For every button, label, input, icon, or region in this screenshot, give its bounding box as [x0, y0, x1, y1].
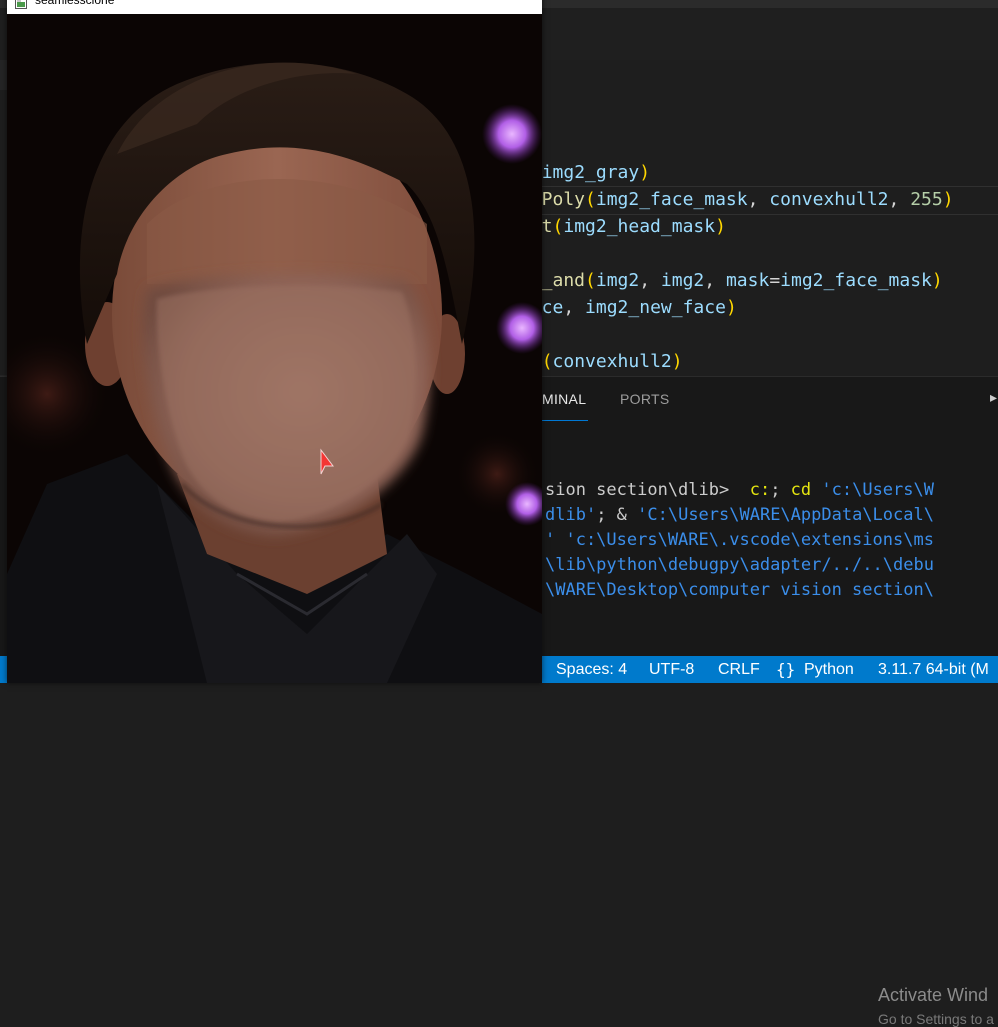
- indentation-status[interactable]: Spaces: 4: [556, 656, 627, 683]
- panel-more-icon[interactable]: ▸: [990, 389, 997, 406]
- code-token: ): [942, 189, 954, 210]
- code-token: img2: [595, 270, 640, 291]
- code-token: img2_face_mask: [780, 270, 932, 291]
- tab-ports[interactable]: PORTS: [620, 391, 669, 407]
- maximize-icon[interactable]: [459, 0, 485, 14]
- code-token: img2_gray: [541, 162, 640, 183]
- code-token: ,: [639, 270, 661, 291]
- code-token: ): [931, 270, 943, 291]
- code-token: ,: [704, 270, 726, 291]
- code-line[interactable]: ct(convexhull2): [520, 348, 683, 375]
- language-mode[interactable]: Python: [804, 656, 854, 683]
- window-title-bar[interactable]: seamlessclone: [7, 0, 542, 14]
- active-tab-indicator: [542, 420, 588, 421]
- terminal-token: 'c:\Users\W: [821, 480, 934, 500]
- code-token: convexhull2: [552, 351, 672, 372]
- code-token: ,: [747, 189, 770, 210]
- eol-status[interactable]: CRLF: [718, 656, 760, 683]
- terminal-token: dlib': [545, 505, 597, 525]
- app-icon: [15, 0, 27, 9]
- face-image: [7, 14, 542, 683]
- code-token: (: [585, 270, 596, 291]
- code-token: ): [715, 216, 726, 237]
- terminal-token: sion section\dlib>: [545, 480, 750, 500]
- code-token: img2_head_mask: [563, 216, 716, 237]
- code-token: (: [552, 216, 564, 237]
- window-title: seamlessclone: [35, 0, 115, 7]
- code-token: ): [725, 297, 737, 318]
- code-token: =: [769, 270, 781, 291]
- terminal-token: \lib\python\debugpy\adapter/../..\debu: [545, 555, 934, 575]
- terminal-line: ' 'c:\Users\WARE\.vscode\extensions\ms: [545, 528, 934, 553]
- braces-icon[interactable]: {}: [776, 656, 795, 683]
- code-token: convexhull2: [769, 189, 889, 210]
- terminal-line: \lib\python\debugpy\adapter/../..\debu: [545, 553, 934, 578]
- code-token: img2_new_face: [585, 297, 726, 318]
- terminal-token: \WARE\Desktop\computer vision section\: [545, 580, 934, 600]
- code-token: img2: [660, 270, 705, 291]
- opencv-image-window[interactable]: seamlessclone: [7, 0, 542, 683]
- tab-terminal[interactable]: MINAL: [542, 391, 586, 407]
- code-token: img2_face_mask: [595, 189, 748, 210]
- code-line[interactable]: not(img2_head_mask): [520, 213, 726, 240]
- code-token: 255: [910, 189, 943, 210]
- terminal-token: c:: [749, 480, 771, 500]
- terminal-token: ; &: [596, 505, 638, 525]
- code-token: (: [585, 189, 596, 210]
- code-line[interactable]: face, img2_new_face): [520, 294, 737, 321]
- terminal-token: ' 'c:\Users\WARE\.vscode\extensions\ms: [545, 530, 934, 550]
- python-interpreter[interactable]: 3.11.7 64-bit (M: [878, 656, 989, 683]
- terminal-line: sion section\dlib> c:; cd 'c:\Users\W: [545, 478, 934, 503]
- terminal-line: dlib'; & 'C:\Users\WARE\AppData\Local\: [545, 503, 934, 528]
- code-token: ,: [563, 297, 586, 318]
- activate-windows-subtitle: Go to Settings to a: [878, 1011, 994, 1027]
- code-token: ): [671, 351, 683, 372]
- code-token: (: [541, 351, 553, 372]
- terminal-token: 'C:\Users\WARE\AppData\Local\: [637, 505, 934, 525]
- code-token: mask: [725, 270, 770, 291]
- code-token: ,: [888, 189, 911, 210]
- terminal-token: cd: [790, 480, 822, 500]
- encoding-status[interactable]: UTF-8: [649, 656, 694, 683]
- terminal-token: ;: [770, 480, 791, 500]
- close-icon[interactable]: [505, 0, 531, 14]
- terminal-line: \WARE\Desktop\computer vision section\: [545, 578, 934, 603]
- activate-windows-title: Activate Wind: [878, 985, 989, 1005]
- code-token: ): [639, 162, 651, 183]
- code-line[interactable]: se_and(img2, img2, mask=img2_face_mask): [520, 267, 943, 294]
- code-line[interactable]: exPoly(img2_face_mask, convexhull2, 255): [520, 186, 954, 213]
